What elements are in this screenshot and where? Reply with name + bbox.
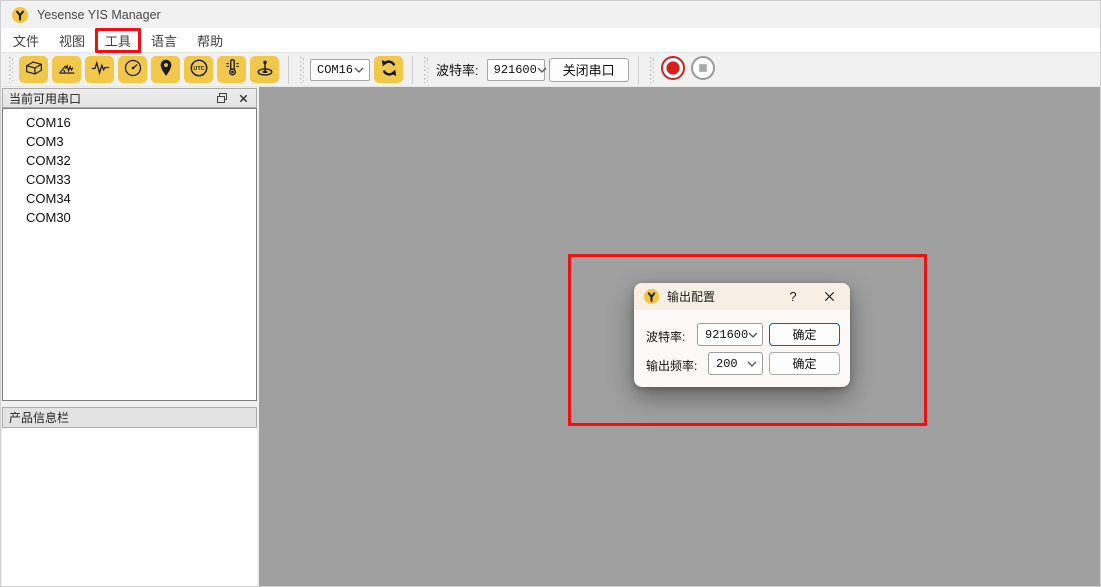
port-list-item[interactable]: COM32 [3, 151, 256, 170]
record-button[interactable] [660, 57, 686, 83]
menu-help[interactable]: 帮助 [187, 28, 233, 53]
ports-list: COM16 COM3 COM32 COM33 COM34 COM30 [2, 108, 257, 401]
cube-icon [23, 57, 45, 82]
dialog-baud-label: 波特率: [646, 328, 685, 345]
chevron-down-icon [537, 67, 547, 73]
dialog-freq-label: 输出频率: [646, 357, 697, 374]
angle-wave-tool-button[interactable] [52, 56, 81, 83]
close-port-button[interactable]: 关闭串口 [549, 58, 629, 82]
menu-view[interactable]: 视图 [49, 28, 95, 53]
port-list-item[interactable]: COM34 [3, 189, 256, 208]
toolbar-grip[interactable] [650, 57, 654, 83]
thermometer-tool-button[interactable] [217, 56, 246, 83]
toolbar-separator [638, 56, 639, 84]
stop-button[interactable] [690, 57, 716, 83]
info-panel-header: 产品信息栏 [2, 407, 257, 428]
chevron-down-icon [747, 361, 757, 367]
float-panel-icon[interactable] [215, 91, 229, 105]
baud-rate-label: 波特率: [436, 60, 479, 79]
menu-language[interactable]: 语言 [141, 28, 187, 53]
dialog-freq-value: 200 [716, 357, 738, 371]
dialog-titlebar[interactable]: 输出配置 ? [634, 283, 850, 310]
menubar: 文件 视图 工具 语言 帮助 [1, 28, 1101, 53]
gauge-icon [122, 57, 144, 82]
info-panel-content: 序列号: 4f 01 00 40 01 18 2b 01 软件版本号: YIS3… [2, 428, 257, 587]
toolbar-separator [412, 56, 413, 84]
baud-rate-select[interactable]: 921600 [487, 59, 545, 81]
port-list-item[interactable]: COM33 [3, 170, 256, 189]
dialog-freq-select[interactable]: 200 [708, 352, 763, 375]
utc-clock-icon: UTC [188, 57, 210, 82]
location-tool-button[interactable] [151, 56, 180, 83]
toolbar: UTC COM16 波特率: 921600 关闭串口 [1, 53, 1101, 87]
app-window: Yesense YIS Manager 文件 视图 工具 语言 帮助 UTC [0, 0, 1101, 587]
ports-panel-header: 当前可用串口 [2, 88, 257, 108]
titlebar: Yesense YIS Manager [1, 1, 1101, 28]
dialog-close-icon[interactable] [816, 283, 842, 310]
dialog-help-button[interactable]: ? [782, 283, 804, 310]
toolbar-separator [288, 56, 289, 84]
info-panel-title: 产品信息栏 [9, 409, 69, 426]
waveform-icon [89, 57, 111, 82]
attitude-tool-button[interactable] [250, 56, 279, 83]
close-panel-icon[interactable] [236, 91, 250, 105]
toolbar-grip[interactable] [9, 57, 13, 83]
svg-text:UTC: UTC [193, 66, 204, 72]
location-pin-icon [155, 57, 177, 82]
angle-wave-icon [56, 57, 78, 82]
dialog-baud-value: 921600 [705, 328, 748, 342]
dialog-app-logo-icon [644, 289, 659, 304]
com-port-value: COM16 [317, 63, 353, 77]
port-list-item[interactable]: COM30 [3, 208, 256, 227]
dialog-freq-ok-button[interactable]: 确定 [769, 352, 840, 375]
stop-icon [690, 55, 716, 84]
refresh-ports-button[interactable] [374, 56, 403, 83]
chevron-down-icon [748, 332, 758, 338]
dialog-baud-ok-button[interactable]: 确定 [769, 323, 840, 346]
utc-clock-tool-button[interactable]: UTC [184, 56, 213, 83]
toolbar-grip[interactable] [300, 57, 304, 83]
port-list-item[interactable]: COM3 [3, 132, 256, 151]
chevron-down-icon [354, 67, 364, 73]
gauge-tool-button[interactable] [118, 56, 147, 83]
port-list-item[interactable]: COM16 [3, 113, 256, 132]
dialog-title: 输出配置 [667, 288, 715, 305]
menu-tools[interactable]: 工具 [95, 28, 141, 53]
output-config-dialog: 输出配置 ? 波特率: 921600 确定 输出频率: 200 确定 [634, 283, 850, 387]
record-icon [660, 55, 686, 84]
thermometer-icon [221, 57, 243, 82]
menu-file[interactable]: 文件 [3, 28, 49, 53]
toolbar-grip[interactable] [424, 57, 428, 83]
ports-panel-title: 当前可用串口 [9, 90, 81, 107]
refresh-icon [378, 57, 400, 82]
app-logo-icon [12, 7, 28, 23]
window-title: Yesense YIS Manager [37, 8, 161, 22]
attitude-icon [254, 57, 276, 82]
dialog-baud-select[interactable]: 921600 [697, 323, 763, 346]
baud-rate-value: 921600 [494, 63, 537, 77]
waveform-tool-button[interactable] [85, 56, 114, 83]
cube-tool-button[interactable] [19, 56, 48, 83]
com-port-select[interactable]: COM16 [310, 59, 370, 81]
